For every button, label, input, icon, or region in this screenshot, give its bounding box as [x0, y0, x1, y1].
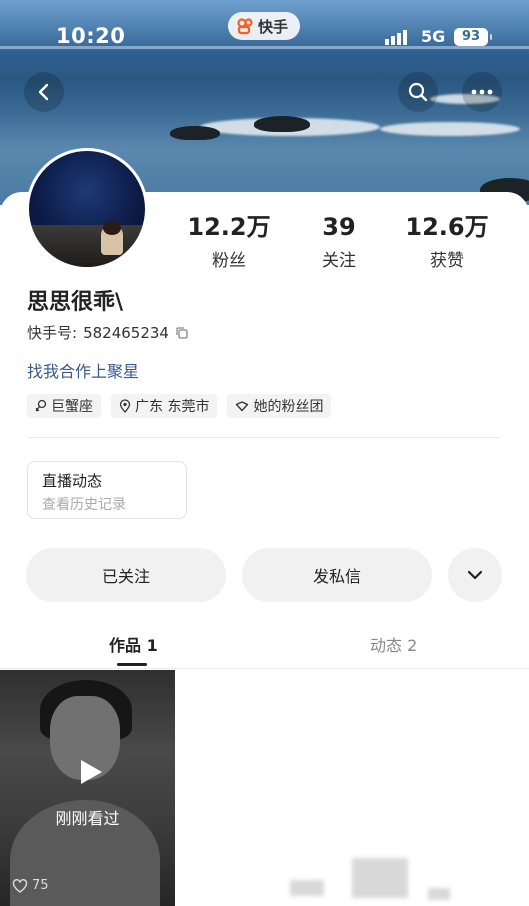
search-icon	[408, 82, 428, 102]
business-link[interactable]: 找我合作上聚星	[27, 358, 139, 382]
stat-value: 39	[322, 213, 356, 241]
tag-zodiac[interactable]: 巨蟹座	[27, 394, 101, 418]
tab-moments[interactable]: 动态 2	[370, 632, 417, 656]
work-likes: 75	[12, 878, 49, 893]
stat-label: 获赞	[430, 251, 464, 271]
tag-label: 广东 东莞市	[135, 399, 210, 415]
wave-foam	[380, 122, 520, 136]
back-button[interactable]	[24, 72, 64, 112]
recently-watched-label: 刚刚看过	[55, 809, 120, 828]
battery-level: 93	[461, 29, 481, 44]
expand-button[interactable]	[448, 548, 502, 602]
blurred-content	[290, 880, 324, 896]
profile-tags: 巨蟹座 广东 东莞市 她的粉丝团	[27, 394, 332, 418]
stat-following[interactable]: 39 关注	[284, 212, 394, 271]
send-message-button[interactable]: 发私信	[242, 548, 432, 602]
app-name: 快手	[258, 17, 289, 36]
work-thumbnail[interactable]: 刚刚看过 75	[0, 670, 175, 906]
tab-works[interactable]: 作品 1	[109, 632, 158, 656]
location-pin-icon	[119, 399, 131, 413]
live-history-card[interactable]: 直播动态 查看历史记录	[27, 461, 187, 519]
section-divider	[27, 437, 501, 438]
avatar[interactable]	[26, 148, 148, 270]
kwai-id-label: 快手号:	[27, 324, 78, 342]
tag-label: 她的粉丝团	[253, 399, 324, 415]
tag-label: 巨蟹座	[51, 399, 93, 415]
stat-value: 12.6万	[405, 213, 489, 241]
tag-fan-group[interactable]: 她的粉丝团	[227, 394, 332, 418]
work-likes-count: 75	[32, 878, 49, 893]
zodiac-icon	[35, 399, 47, 412]
chevron-left-icon	[38, 83, 49, 101]
live-history-subtitle: 查看历史记录	[42, 497, 126, 513]
active-tab-indicator	[117, 663, 147, 666]
kwai-id-value: 582465234	[83, 323, 169, 342]
heart-icon	[12, 878, 28, 893]
app-indicator[interactable]: 快手	[228, 12, 301, 40]
status-time: 10:20	[56, 24, 126, 48]
rock	[254, 116, 310, 132]
signal-icon	[385, 30, 407, 45]
battery-icon: 93	[454, 28, 492, 46]
status-bar: 10:20 快手 5G 93	[0, 0, 529, 48]
stat-label: 粉丝	[212, 251, 246, 271]
tag-location[interactable]: 广东 东莞市	[111, 394, 218, 418]
stat-fans[interactable]: 12.2万 粉丝	[174, 212, 284, 271]
stat-value: 12.2万	[187, 213, 271, 241]
blurred-content	[352, 858, 408, 898]
fan-group-icon	[236, 401, 249, 412]
kwai-id-row: 快手号: 582465234	[27, 322, 189, 343]
tab-divider	[0, 668, 529, 669]
avatar-hair	[103, 221, 121, 235]
search-button[interactable]	[398, 72, 438, 112]
copy-icon[interactable]	[175, 326, 189, 340]
chevron-down-icon	[467, 570, 483, 580]
followed-label: 已关注	[101, 567, 150, 586]
network-type: 5G	[421, 27, 446, 46]
more-button[interactable]	[462, 72, 502, 112]
send-message-label: 发私信	[312, 567, 361, 586]
play-icon	[81, 760, 102, 784]
stat-label: 关注	[322, 251, 356, 271]
blurred-content	[428, 888, 450, 900]
live-history-title: 直播动态	[42, 472, 103, 490]
more-dots-icon	[471, 89, 493, 95]
followed-button[interactable]: 已关注	[26, 548, 226, 602]
kuaishou-logo-icon	[237, 18, 253, 35]
thumb-shade	[0, 670, 175, 906]
rock	[170, 126, 220, 140]
nickname: 思思很乖\	[27, 290, 124, 315]
avatar-shore	[29, 225, 145, 267]
stat-likes[interactable]: 12.6万 获赞	[392, 212, 502, 271]
